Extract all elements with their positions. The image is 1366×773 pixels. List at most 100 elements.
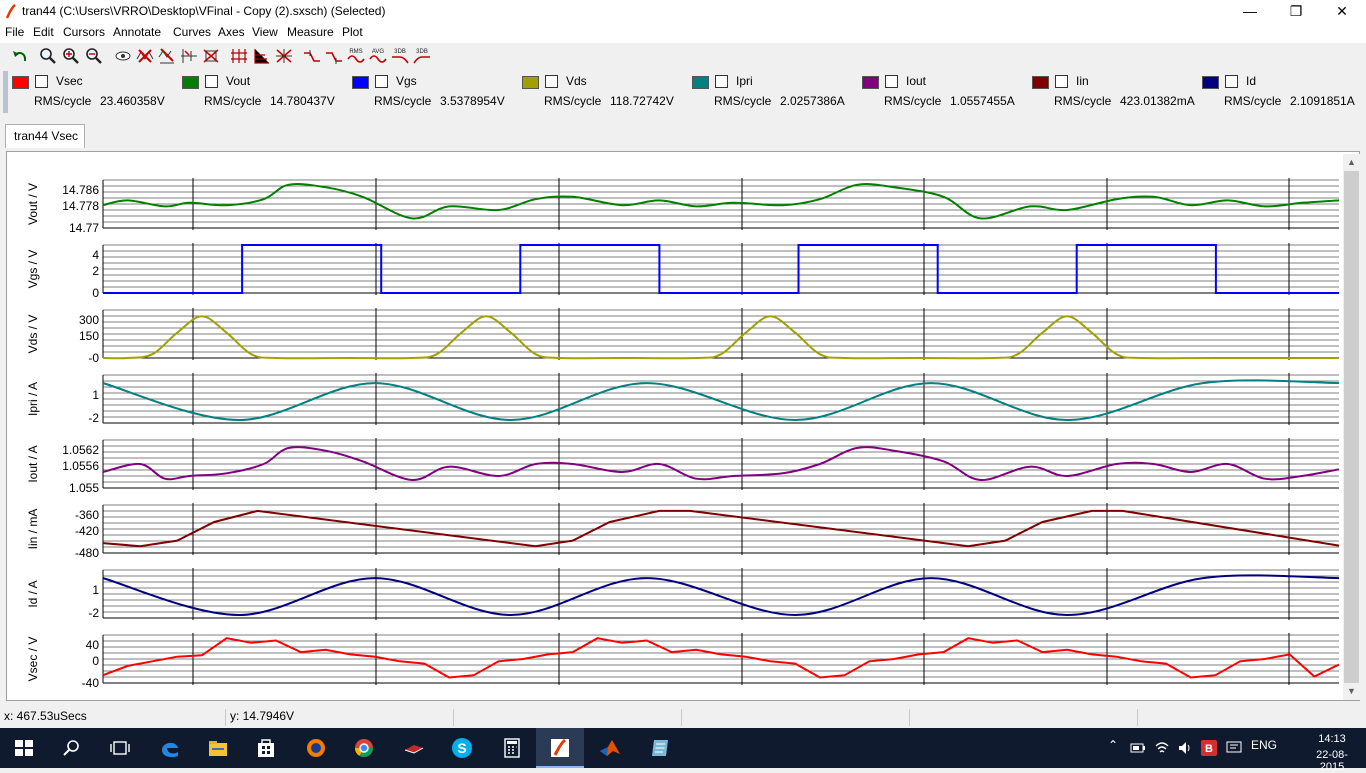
rms-measure-icon[interactable]: RMS	[346, 47, 366, 65]
delete-curve-icon[interactable]	[135, 47, 155, 65]
y-axis-label: Vgs / V	[26, 250, 40, 289]
cursor-alt-icon[interactable]	[324, 47, 344, 65]
volume-icon[interactable]	[1177, 740, 1193, 756]
cursor-icon[interactable]	[274, 47, 294, 65]
zoom-in-icon[interactable]	[61, 47, 81, 65]
legend-entry-vout[interactable]: Vout RMS/cycle 14.780437V	[182, 73, 352, 113]
tray-chevron-icon[interactable]: ⌃	[1108, 738, 1118, 752]
waveform-plot[interactable]: Vout / V 14.786 14.778 14.77 Vgs / V 4 2 0 Vds /…	[7, 152, 1344, 700]
tab-tran44-vsec[interactable]: tran44 Vsec	[5, 124, 85, 148]
y-tick-label: 0	[92, 286, 99, 300]
legend-name: Id	[1246, 74, 1257, 88]
legend-entry-vgs[interactable]: Vgs RMS/cycle 3.5378954V	[352, 73, 522, 113]
scroll-up-arrow-icon[interactable]: ▲	[1343, 154, 1360, 171]
y-tick-label: 1	[92, 388, 99, 402]
antivirus-icon[interactable]: B	[1200, 739, 1218, 757]
status-field	[682, 709, 910, 726]
firefox-icon[interactable]	[292, 728, 340, 768]
simetrix-icon[interactable]	[536, 728, 584, 768]
language-indicator[interactable]: ENG	[1251, 738, 1277, 752]
legend-entry-vds[interactable]: Vds RMS/cycle 118.72742V	[522, 73, 692, 113]
3db-high-measure-icon[interactable]: 3DB	[412, 47, 432, 65]
legend-checkbox[interactable]	[375, 75, 388, 88]
menu-file[interactable]: File	[5, 25, 24, 39]
zoom-fit-icon[interactable]	[38, 47, 58, 65]
book-icon[interactable]	[390, 728, 438, 768]
edge-icon[interactable]	[146, 728, 194, 768]
legend-checkbox[interactable]	[35, 75, 48, 88]
series-line	[102, 183, 1340, 220]
scroll-thumb[interactable]	[1344, 171, 1359, 683]
y-tick-label: 150	[79, 329, 99, 343]
legend-entry-iout[interactable]: Iout RMS/cycle 1.0557455A	[862, 73, 1032, 113]
cursor-alt-icon[interactable]	[302, 47, 322, 65]
scale-icon[interactable]	[179, 47, 199, 65]
y-tick-label: 1.0556	[62, 459, 99, 473]
3db-measure-icon[interactable]: 3DB	[390, 47, 410, 65]
y-tick-label: 2	[92, 264, 99, 278]
title-bar: tran44 (C:\Users\VRRO\Desktop\VFinal - C…	[0, 0, 1366, 23]
axes-icon[interactable]	[201, 47, 221, 65]
menu-edit[interactable]: Edit	[33, 25, 54, 39]
menu-cursors[interactable]: Cursors	[63, 25, 105, 39]
menu-plot[interactable]: Plot	[342, 25, 363, 39]
legend-measure-label: RMS/cycle	[1224, 94, 1282, 108]
series-line	[102, 637, 1340, 679]
store-icon[interactable]	[242, 728, 290, 768]
legend-swatch	[692, 76, 709, 89]
maximize-button[interactable]: ❐	[1273, 0, 1319, 23]
file-explorer-icon[interactable]	[194, 728, 242, 768]
split-axes-icon[interactable]	[251, 47, 271, 65]
scroll-down-arrow-icon[interactable]: ▼	[1343, 683, 1360, 700]
grid-icon[interactable]	[229, 47, 249, 65]
calculator-icon[interactable]	[488, 728, 536, 768]
menu-bar: File Edit Cursors Annotate Curves Axes V…	[0, 23, 1366, 43]
legend-measure-label: RMS/cycle	[544, 94, 602, 108]
menu-annotate[interactable]: Annotate	[113, 25, 161, 39]
status-bar: x: 467.53uSecs y: 14.7946V	[0, 706, 1366, 728]
menu-measure[interactable]: Measure	[287, 25, 334, 39]
close-button[interactable]: ✕	[1319, 0, 1365, 23]
chrome-icon[interactable]	[340, 728, 388, 768]
notes-icon[interactable]	[636, 728, 684, 768]
eye-icon[interactable]	[113, 47, 133, 65]
legend-entry-id[interactable]: Id RMS/cycle 2.1091851A	[1202, 73, 1362, 113]
legend-measure-label: RMS/cycle	[1054, 94, 1112, 108]
legend-entry-ipri[interactable]: Ipri RMS/cycle 2.0257386A	[692, 73, 862, 113]
legend-checkbox[interactable]	[885, 75, 898, 88]
zoom-out-icon[interactable]	[84, 47, 104, 65]
skype-icon[interactable]: S	[438, 728, 486, 768]
plot-area[interactable]: Vout / V 14.786 14.778 14.77 Vgs / V 4 2 0 Vds /…	[6, 151, 1360, 701]
windows-start-icon[interactable]	[0, 728, 48, 768]
status-field	[454, 709, 682, 726]
legend-checkbox[interactable]	[205, 75, 218, 88]
undo-icon[interactable]	[10, 47, 30, 65]
legend-checkbox[interactable]	[715, 75, 728, 88]
legend-measure-label: RMS/cycle	[34, 94, 92, 108]
clock-time[interactable]: 14:13	[1304, 733, 1360, 745]
wifi-icon[interactable]	[1154, 740, 1170, 756]
cursor-y-readout: y: 14.7946V	[226, 709, 454, 726]
avg-label: AVG	[372, 49, 385, 55]
legend-checkbox[interactable]	[1055, 75, 1068, 88]
legend-checkbox[interactable]	[1225, 75, 1238, 88]
menu-curves[interactable]: Curves	[173, 25, 211, 39]
task-view-icon[interactable]	[96, 728, 144, 768]
minimize-button[interactable]: —	[1227, 0, 1273, 23]
battery-icon[interactable]	[1130, 741, 1146, 755]
menu-view[interactable]: View	[252, 25, 278, 39]
legend-grip	[3, 71, 8, 113]
search-icon[interactable]	[48, 728, 96, 768]
menu-axes[interactable]: Axes	[218, 25, 245, 39]
legend-checkbox[interactable]	[545, 75, 558, 88]
add-curve-icon[interactable]	[157, 47, 177, 65]
matlab-icon[interactable]	[586, 728, 634, 768]
y-axis-label: Vout / V	[26, 183, 40, 225]
avg-measure-icon[interactable]: AVG	[368, 47, 388, 65]
clock-date[interactable]: 22-08-2015	[1304, 749, 1360, 773]
vertical-scrollbar[interactable]: ▲ ▼	[1343, 154, 1360, 700]
y-axis-label: Iout / A	[26, 445, 40, 482]
action-center-icon[interactable]	[1226, 740, 1242, 756]
legend-entry-vsec[interactable]: Vsec RMS/cycle 23.460358V	[12, 73, 182, 113]
legend-entry-iin[interactable]: Iin RMS/cycle 423.01382mA	[1032, 73, 1202, 113]
